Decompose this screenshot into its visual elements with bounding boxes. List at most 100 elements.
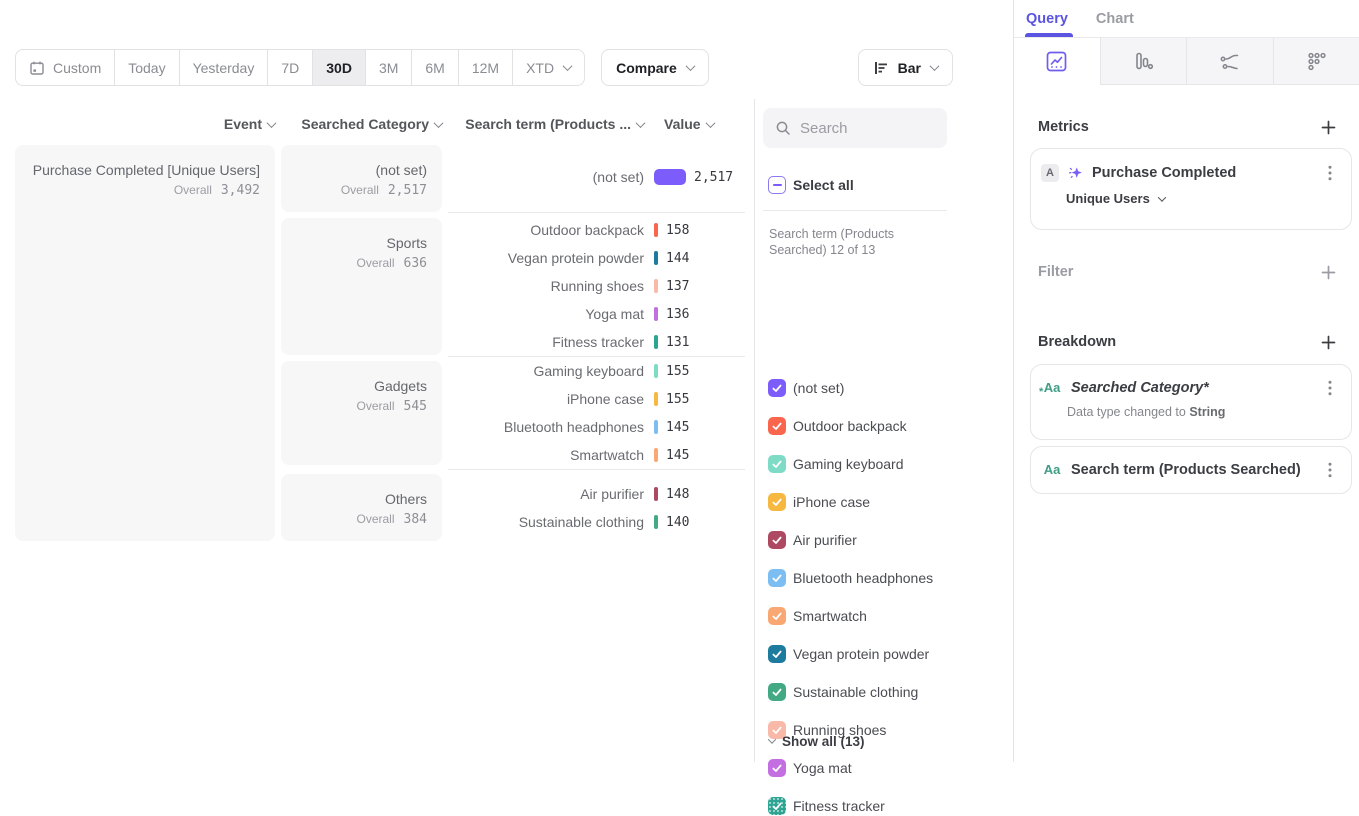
date-range-xtd[interactable]: XTD bbox=[512, 50, 584, 85]
metrics-section-header: Metrics bbox=[1038, 117, 1339, 137]
checkbox-checked[interactable] bbox=[768, 797, 786, 815]
metric-card[interactable]: A Purchase Completed Unique Users bbox=[1030, 148, 1352, 230]
check-icon bbox=[772, 384, 782, 393]
category-cell-gadgets[interactable]: Gadgets Overall545 bbox=[281, 361, 442, 465]
filter-section-header: Filter bbox=[1038, 262, 1339, 282]
legend-item[interactable]: iPhone case bbox=[768, 492, 870, 512]
show-all-link[interactable]: Show all (13) bbox=[767, 732, 865, 750]
kebab-icon bbox=[1328, 380, 1332, 396]
add-metric-button[interactable] bbox=[1317, 116, 1339, 138]
flows-icon bbox=[1218, 50, 1242, 73]
metric-options-menu[interactable] bbox=[1321, 164, 1339, 182]
measure-dropdown[interactable]: Unique Users bbox=[1066, 191, 1351, 206]
breakdown-property-name: Search term (Products Searched) bbox=[1071, 462, 1313, 478]
table-row[interactable]: Smartwatch145 bbox=[448, 445, 748, 465]
category-cell-others[interactable]: Others Overall384 bbox=[281, 474, 442, 541]
column-header-value[interactable]: Value bbox=[664, 113, 744, 135]
checkbox-checked[interactable] bbox=[768, 683, 786, 701]
checkbox-checked[interactable] bbox=[768, 417, 786, 435]
table-row[interactable]: Air purifier148 bbox=[448, 484, 748, 504]
event-cell[interactable]: Purchase Completed [Unique Users] Overal… bbox=[15, 145, 275, 541]
table-row[interactable]: Bluetooth headphones145 bbox=[448, 417, 748, 437]
table-row[interactable]: Fitness tracker131 bbox=[448, 332, 748, 352]
legend-item[interactable]: (not set) bbox=[768, 378, 844, 398]
select-all-row[interactable]: Select all bbox=[768, 175, 854, 195]
column-header-event[interactable]: Event bbox=[15, 113, 275, 135]
report-type-tabs bbox=[1014, 38, 1359, 85]
select-all-checkbox[interactable] bbox=[768, 176, 786, 194]
check-icon bbox=[772, 498, 782, 507]
legend-item[interactable]: Gaming keyboard bbox=[768, 454, 904, 474]
search-input[interactable] bbox=[800, 120, 930, 137]
date-range-30d-selected[interactable]: 30D bbox=[312, 50, 365, 85]
event-overall-value: 3,492 bbox=[221, 183, 260, 198]
breakdown-options-menu[interactable] bbox=[1321, 461, 1339, 479]
date-range-today[interactable]: Today bbox=[114, 50, 178, 85]
checkbox-checked[interactable] bbox=[768, 645, 786, 663]
legend-divider bbox=[763, 210, 947, 211]
date-range-12m[interactable]: 12M bbox=[458, 50, 512, 85]
value-bar bbox=[654, 420, 658, 434]
kebab-icon bbox=[1328, 165, 1332, 181]
table-row[interactable]: Vegan protein powder144 bbox=[448, 248, 748, 268]
table-row[interactable]: (not set)2,517 bbox=[448, 167, 748, 187]
check-icon bbox=[772, 612, 782, 621]
table-row[interactable]: Running shoes137 bbox=[448, 276, 748, 296]
insights-line-chart-icon bbox=[1045, 50, 1068, 73]
chevron-down-icon bbox=[705, 118, 715, 128]
checkbox-checked[interactable] bbox=[768, 493, 786, 511]
column-header-term[interactable]: Search term (Products ... bbox=[448, 113, 644, 135]
value-bar bbox=[654, 251, 658, 265]
breakdown-options-menu[interactable] bbox=[1321, 379, 1339, 397]
legend-item[interactable]: Sustainable clothing bbox=[768, 682, 918, 702]
tab-insights[interactable] bbox=[1014, 38, 1100, 85]
legend-item[interactable]: Air purifier bbox=[768, 530, 857, 550]
tab-query[interactable]: Query bbox=[1026, 0, 1068, 37]
column-header-category[interactable]: Searched Category bbox=[281, 113, 442, 135]
category-cell-sports[interactable]: Sports Overall636 bbox=[281, 218, 442, 355]
checkbox-checked[interactable] bbox=[768, 607, 786, 625]
legend-item[interactable]: Outdoor backpack bbox=[768, 416, 907, 436]
date-range-yesterday[interactable]: Yesterday bbox=[179, 50, 268, 85]
value-bar bbox=[654, 279, 658, 293]
compare-button[interactable]: Compare bbox=[601, 49, 709, 86]
data-type-note: Data type changed to String bbox=[1067, 405, 1351, 419]
tab-flows[interactable] bbox=[1186, 38, 1273, 85]
add-breakdown-button[interactable] bbox=[1317, 331, 1339, 353]
date-range-3m[interactable]: 3M bbox=[365, 50, 411, 85]
tab-funnels[interactable] bbox=[1100, 38, 1187, 85]
checkbox-checked[interactable] bbox=[768, 455, 786, 473]
group-divider bbox=[448, 469, 745, 470]
add-filter-button[interactable] bbox=[1317, 261, 1339, 283]
legend-list-label: Search term (Products Searched) 12 of 13 bbox=[769, 226, 934, 258]
tab-retention[interactable] bbox=[1273, 38, 1359, 85]
category-cell-not-set[interactable]: (not set) Overall2,517 bbox=[281, 145, 442, 212]
legend-item[interactable]: Fitness tracker bbox=[768, 796, 885, 816]
table-row[interactable]: Sustainable clothing140 bbox=[448, 512, 748, 532]
table-row[interactable]: Yoga mat136 bbox=[448, 304, 748, 324]
legend-item[interactable]: Smartwatch bbox=[768, 606, 867, 626]
metric-event-name: Purchase Completed bbox=[1092, 165, 1313, 181]
date-range-7d[interactable]: 7D bbox=[267, 50, 312, 85]
checkbox-checked[interactable] bbox=[768, 531, 786, 549]
group-divider bbox=[448, 356, 745, 357]
table-row[interactable]: Gaming keyboard155 bbox=[448, 361, 748, 381]
checkbox-checked[interactable] bbox=[768, 569, 786, 587]
checkbox-checked[interactable] bbox=[768, 379, 786, 397]
date-range-6m[interactable]: 6M bbox=[411, 50, 457, 85]
legend-item[interactable]: Bluetooth headphones bbox=[768, 568, 933, 588]
date-range-custom[interactable]: Custom bbox=[16, 50, 114, 85]
legend-item[interactable]: Vegan protein powder bbox=[768, 644, 929, 664]
table-row[interactable]: Outdoor backpack158 bbox=[448, 220, 748, 240]
chart-type-selector[interactable]: Bar bbox=[858, 49, 953, 86]
table-row[interactable]: iPhone case155 bbox=[448, 389, 748, 409]
check-icon bbox=[772, 574, 782, 583]
tab-chart[interactable]: Chart bbox=[1096, 0, 1134, 37]
value-bar bbox=[654, 515, 658, 529]
breakdown-section-header: Breakdown bbox=[1038, 332, 1339, 352]
retention-dots-icon bbox=[1305, 50, 1328, 73]
breakdown-card-searched-category[interactable]: Aa* Searched Category* Data type changed… bbox=[1030, 364, 1352, 440]
legend-search[interactable] bbox=[763, 108, 947, 148]
legend-item[interactable]: Yoga mat bbox=[768, 758, 852, 778]
breakdown-card-search-term[interactable]: Aa Search term (Products Searched) bbox=[1030, 446, 1352, 494]
